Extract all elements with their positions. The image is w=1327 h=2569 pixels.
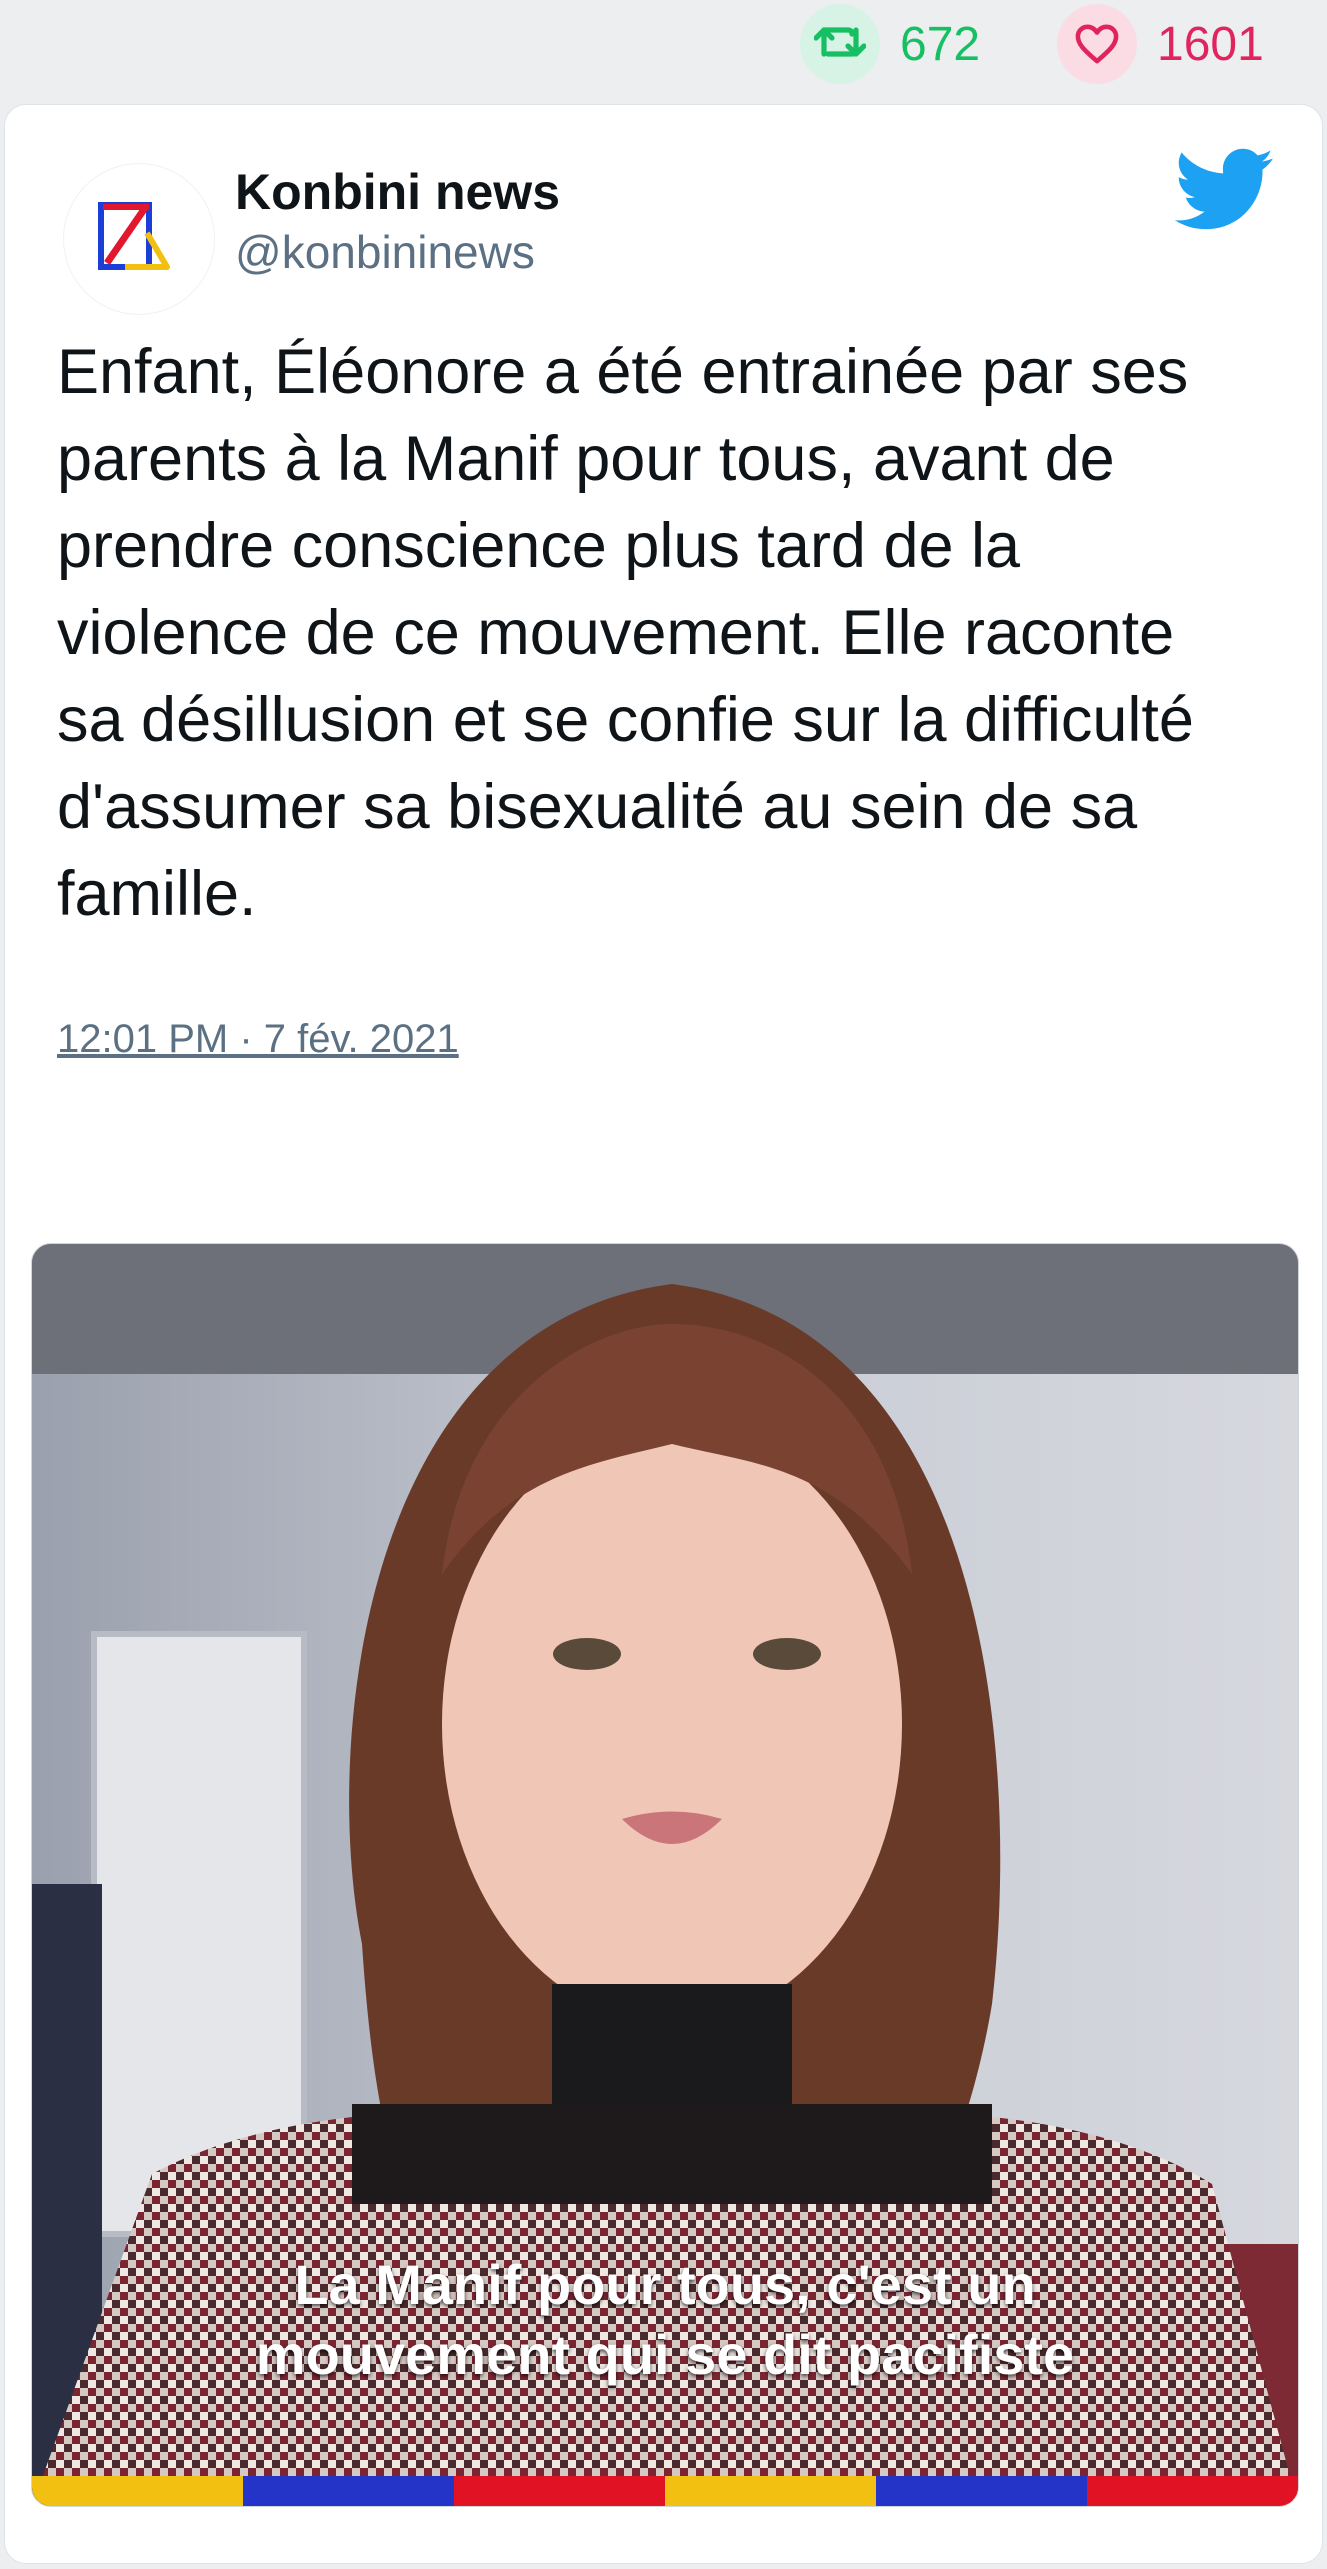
stripe (243, 2476, 454, 2506)
tweet-text: Enfant, Éléonore a été entrainée par ses… (57, 337, 1194, 929)
caption-line-1: La Manif pour tous, c'est un (294, 2253, 1036, 2316)
engagement-bar: 672 1601 (0, 0, 1327, 96)
retweet-count: 672 (900, 17, 981, 71)
color-stripe-bar (32, 2476, 1298, 2506)
stripe (1087, 2476, 1298, 2506)
like-count: 1601 (1157, 17, 1264, 71)
stripe (876, 2476, 1087, 2506)
retweet-stat[interactable]: 672 (800, 4, 980, 84)
konbini-logo-icon[interactable] (63, 163, 215, 315)
stripe (665, 2476, 876, 2506)
stripe (454, 2476, 665, 2506)
heart-icon[interactable] (1057, 4, 1137, 84)
author-handle[interactable]: @konbininews (235, 225, 535, 279)
video-caption: La Manif pour tous, c'est un mouvement q… (32, 2250, 1298, 2390)
video-thumbnail[interactable]: La Manif pour tous, c'est un mouvement q… (31, 1243, 1299, 2507)
twitter-bird-icon[interactable] (1174, 147, 1275, 233)
like-stat[interactable]: 1601 (1057, 4, 1264, 84)
retweet-icon[interactable] (800, 4, 880, 84)
stripe (32, 2476, 243, 2506)
tweet-card: Konbini news @konbininews Enfant, Éléono… (4, 104, 1323, 2564)
author-name[interactable]: Konbini news (235, 163, 560, 221)
caption-line-2: mouvement qui se dit pacifiste (255, 2323, 1075, 2386)
tweet-timestamp[interactable]: 12:01 PM · 7 fév. 2021 (57, 1017, 459, 1062)
